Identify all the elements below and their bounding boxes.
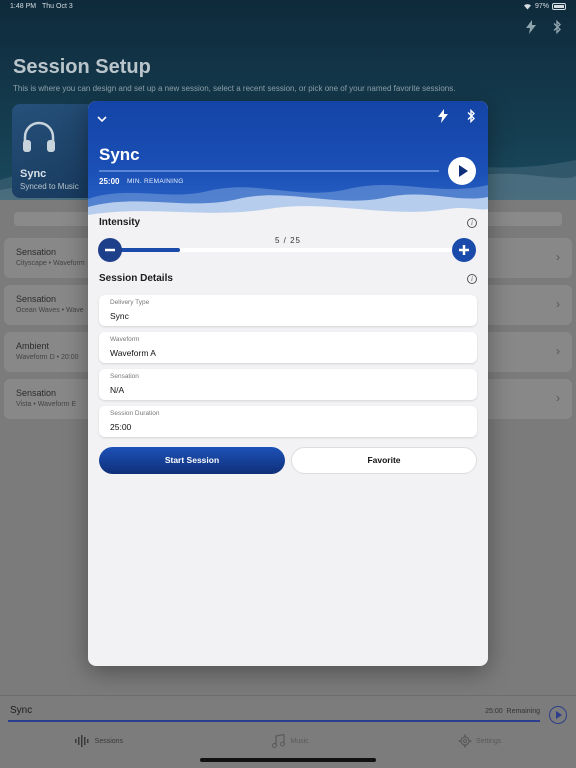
intensity-value: 5 / 25 (274, 236, 301, 245)
wifi-icon (523, 4, 531, 10)
remaining-time: 25:00 (99, 177, 120, 186)
tab-label: Music (290, 737, 309, 745)
waveform-icon (74, 735, 89, 747)
info-icon[interactable]: i (467, 218, 477, 228)
info-icon[interactable]: i (467, 274, 477, 284)
session-progress (99, 170, 439, 172)
sensation-field[interactable]: Sensation N/A (99, 369, 477, 400)
session-modal: Sync 25:00 MIN. REMAINING Intensity i 5 … (88, 101, 488, 666)
session-details-label: Session Details (99, 273, 173, 284)
bluetooth-icon (553, 20, 561, 34)
tab-music[interactable]: Music (272, 734, 309, 748)
page-subtitle: This is where you can design and set up … (13, 84, 456, 93)
music-note-icon (272, 734, 286, 748)
list-item-name: Sensation (16, 294, 57, 304)
play-button[interactable] (448, 157, 476, 185)
card-subtitle: Synced to Music (20, 182, 79, 191)
tab-label: Settings (476, 737, 502, 745)
decrease-intensity-button[interactable] (98, 238, 122, 262)
chevron-right-icon: › (556, 297, 560, 311)
list-item-name: Sensation (16, 247, 57, 257)
favorite-button[interactable]: Favorite (291, 447, 477, 474)
increase-intensity-button[interactable] (452, 238, 476, 262)
intensity-label: Intensity (99, 217, 141, 228)
modal-title: Sync (99, 145, 140, 164)
field-label: Delivery Type (110, 299, 150, 306)
field-label: Sensation (110, 373, 139, 380)
chevron-down-icon[interactable] (97, 110, 107, 126)
tab-label: Sessions (94, 737, 124, 745)
chevron-right-icon: › (556, 250, 560, 264)
remaining-label: MIN. REMAINING (127, 178, 184, 185)
gear-icon (458, 734, 472, 748)
list-item-name: Ambient (16, 341, 50, 351)
page-title: Session Setup (13, 56, 151, 78)
status-bar: 1:48 PM Thu Oct 3 97% (0, 0, 576, 14)
field-value: Sync (110, 311, 129, 321)
field-label: Session Duration (110, 410, 160, 417)
bluetooth-icon[interactable] (466, 109, 476, 123)
field-value: 25:00 (110, 422, 132, 432)
card-title: Sync (20, 168, 47, 180)
home-indicator (200, 758, 376, 762)
minus-icon (105, 248, 115, 252)
status-time: 1:48 PM (10, 3, 37, 10)
chevron-right-icon: › (556, 344, 560, 358)
sync-session-card[interactable]: Sync Synced to Music (12, 104, 94, 198)
intensity-slider[interactable] (108, 248, 468, 252)
status-date: Thu Oct 3 (42, 3, 73, 10)
list-item-name: Sensation (16, 388, 57, 398)
tab-bar: Sessions Music Settings (0, 734, 576, 748)
list-item-detail: Ocean Waves • Wave (16, 307, 84, 314)
now-playing-progress (8, 720, 540, 722)
tab-settings[interactable]: Settings (458, 734, 501, 748)
headphones-icon (23, 121, 55, 152)
list-item-detail: Cityscape • Waveform (16, 260, 85, 267)
now-playing-time-value: 25:00 (485, 708, 503, 715)
field-value: N/A (110, 385, 125, 395)
now-playing-time: 25:00 Remaining (485, 708, 540, 715)
lightning-icon[interactable] (438, 109, 448, 123)
start-session-button[interactable]: Start Session (99, 447, 285, 474)
tab-sessions[interactable]: Sessions (74, 734, 124, 748)
waveform-field[interactable]: Waveform Waveform A (99, 332, 477, 363)
background-header-icons (526, 20, 562, 34)
now-playing-time-label: Remaining (506, 708, 540, 715)
battery-icon (552, 3, 566, 10)
plus-icon (459, 245, 469, 255)
list-item-detail: Vista • Waveform E (16, 401, 77, 408)
now-playing-title: Sync (10, 705, 33, 716)
status-battery: 97% (523, 3, 566, 10)
modal-header-icons (438, 109, 476, 123)
battery-percent: 97% (534, 3, 549, 10)
chevron-right-icon: › (556, 391, 560, 405)
session-duration-field[interactable]: Session Duration 25:00 (99, 406, 477, 437)
play-icon[interactable] (549, 706, 567, 724)
field-label: Waveform (110, 336, 140, 343)
field-value: Waveform A (110, 348, 156, 358)
delivery-type-field[interactable]: Delivery Type Sync (99, 295, 477, 326)
lightning-icon (526, 20, 536, 34)
modal-header: Sync 25:00 MIN. REMAINING (88, 101, 488, 221)
list-item-detail: Waveform D • 20:00 (16, 354, 79, 361)
